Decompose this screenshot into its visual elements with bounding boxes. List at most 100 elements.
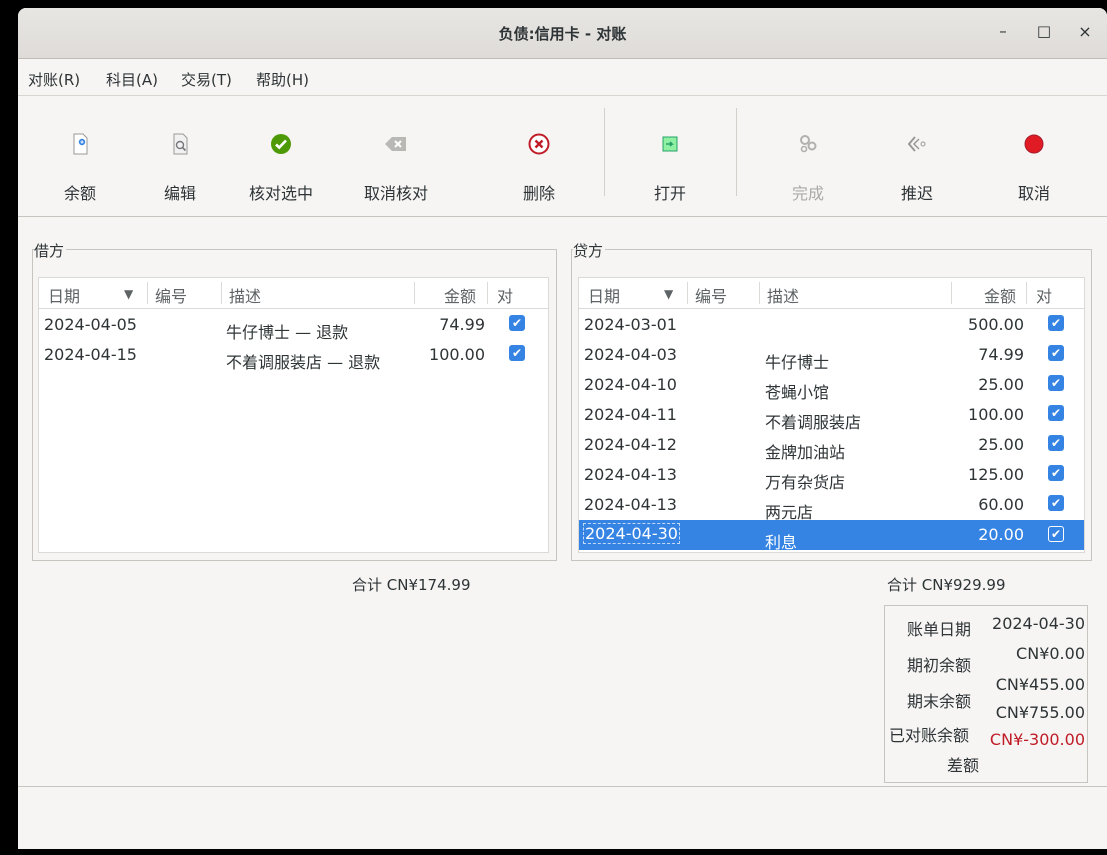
row-amount: 25.00 xyxy=(978,435,1024,454)
balance-icon xyxy=(73,133,88,155)
row-date: 2024-04-03 xyxy=(584,345,677,364)
row-amount: 60.00 xyxy=(978,495,1024,514)
row-date: 2024-04-11 xyxy=(584,405,677,424)
row-amount: 100.00 xyxy=(429,345,485,364)
credit-col-amount[interactable]: 金额 xyxy=(984,283,1016,307)
row-description: 利息 xyxy=(765,533,798,552)
column-divider xyxy=(951,282,952,304)
credit-list-header: 日期 ▼ 编号 描述 金额 对 xyxy=(579,278,1084,309)
credit-row[interactable]: 2024-04-12 金牌加油站 25.00 ✔ xyxy=(579,430,1084,462)
balance-button[interactable]: 余额 xyxy=(30,96,130,214)
reconciled-checkbox[interactable]: ✔ xyxy=(1048,526,1064,542)
reconciled-checkbox[interactable]: ✔ xyxy=(1048,375,1064,391)
row-amount: 20.00 xyxy=(978,525,1024,544)
postpone-icon xyxy=(907,136,926,152)
column-divider xyxy=(147,282,148,304)
row-date: 2024-04-30 xyxy=(583,523,680,544)
debit-col-desc[interactable]: 描述 xyxy=(229,283,261,307)
delete-button[interactable]: 删除 xyxy=(489,96,589,214)
balance-label: 余额 xyxy=(63,184,96,203)
credit-col-num[interactable]: 编号 xyxy=(695,283,727,307)
credit-row[interactable]: 2024-04-13 两元店 60.00 ✔ xyxy=(579,490,1084,522)
unreconcile-button[interactable]: 取消核对 xyxy=(346,96,446,214)
column-divider xyxy=(487,282,488,304)
close-button[interactable]: × xyxy=(1074,22,1096,44)
menu-reconcile[interactable]: 对账(R) xyxy=(28,69,80,90)
title-bar[interactable]: 负债:信用卡 - 对账 – □ × xyxy=(18,8,1107,59)
finish-button[interactable]: 完成 xyxy=(758,96,858,214)
statement-date-label: 账单日期 xyxy=(907,620,972,639)
credit-frame-label: 贷方 xyxy=(573,240,606,261)
debit-col-reconciled[interactable]: 对 xyxy=(497,283,513,307)
debit-total: 合计 CN¥174.99 xyxy=(352,576,471,594)
sort-desc-icon: ▼ xyxy=(124,287,134,301)
menu-transaction[interactable]: 交易(T) xyxy=(181,69,232,90)
row-amount: 500.00 xyxy=(968,315,1024,334)
row-amount: 74.99 xyxy=(439,315,485,334)
credit-row-selected[interactable]: 2024-04-30 利息 20.00 ✔ xyxy=(579,520,1084,552)
row-date: 2024-04-15 xyxy=(44,345,137,364)
debit-list[interactable]: 日期 ▼ 编号 描述 金额 对 2024-04-05 牛仔博士 — 退款 74.… xyxy=(38,277,549,553)
debit-row[interactable]: 2024-04-05 牛仔博士 — 退款 74.99 ✔ xyxy=(39,310,548,342)
check-icon xyxy=(271,134,291,154)
row-amount: 25.00 xyxy=(978,375,1024,394)
difference-value: CN¥-300.00 xyxy=(989,730,1085,749)
reconciled-checkbox[interactable]: ✔ xyxy=(1048,495,1064,511)
row-date: 2024-03-01 xyxy=(584,315,677,334)
credit-list[interactable]: 日期 ▼ 编号 描述 金额 对 2024-03-01 500.00 ✔ 2024-04… xyxy=(578,277,1085,553)
row-date: 2024-04-13 xyxy=(584,465,677,484)
credit-row[interactable]: 2024-04-11 不着调服装店 100.00 ✔ xyxy=(579,400,1084,432)
debit-row[interactable]: 2024-04-15 不着调服装店 — 退款 100.00 ✔ xyxy=(39,340,548,372)
debit-list-header: 日期 ▼ 编号 描述 金额 对 xyxy=(39,278,548,309)
credit-row[interactable]: 2024-04-03 牛仔博士 74.99 ✔ xyxy=(579,340,1084,372)
menu-bar: 对账(R) 科目(A) 交易(T) 帮助(H) xyxy=(18,59,1107,96)
edit-button[interactable]: 编辑 xyxy=(130,96,230,214)
debit-col-date[interactable]: 日期 xyxy=(48,283,80,307)
reconciled-checkbox[interactable]: ✔ xyxy=(509,315,525,331)
column-divider xyxy=(414,282,415,304)
toolbar-separator xyxy=(604,108,605,196)
debit-col-amount[interactable]: 金额 xyxy=(444,283,476,307)
reconciled-checkbox[interactable]: ✔ xyxy=(1048,405,1064,421)
difference-label: 差额 xyxy=(947,756,980,775)
postpone-button[interactable]: 推迟 xyxy=(867,96,967,214)
debit-frame-label: 借方 xyxy=(34,240,67,261)
row-description: 不着调服装店 — 退款 xyxy=(226,353,381,372)
credit-row[interactable]: 2024-04-10 苍蝇小馆 25.00 ✔ xyxy=(579,370,1084,402)
credit-row[interactable]: 2024-03-01 500.00 ✔ xyxy=(579,310,1084,340)
menu-help[interactable]: 帮助(H) xyxy=(256,69,309,90)
edit-icon xyxy=(173,133,188,155)
column-divider xyxy=(221,282,222,304)
backspace-icon xyxy=(385,137,406,151)
maximize-button[interactable]: □ xyxy=(1033,22,1055,44)
cancel-button[interactable]: 取消 xyxy=(984,96,1084,214)
column-divider xyxy=(759,282,760,304)
cancel-label: 取消 xyxy=(1017,184,1050,203)
opening-balance-label: 期初余额 xyxy=(907,656,972,675)
menu-account[interactable]: 科目(A) xyxy=(106,69,158,90)
delete-icon xyxy=(528,133,550,155)
opening-balance-value: CN¥0.00 xyxy=(1016,644,1085,663)
credit-total: 合计 CN¥929.99 xyxy=(887,576,1006,594)
open-icon xyxy=(662,136,678,152)
reconciled-checkbox[interactable]: ✔ xyxy=(1048,465,1064,481)
unreconcile-label: 取消核对 xyxy=(363,184,428,203)
row-amount: 74.99 xyxy=(978,345,1024,364)
debit-col-num[interactable]: 编号 xyxy=(155,283,187,307)
column-divider xyxy=(1026,282,1027,304)
reconciled-balance-label: 已对账余额 xyxy=(889,726,970,745)
reconciled-checkbox[interactable]: ✔ xyxy=(1048,435,1064,451)
reconcile-selected-button[interactable]: 核对选中 xyxy=(231,96,331,214)
credit-col-reconciled[interactable]: 对 xyxy=(1036,283,1052,307)
credit-col-date[interactable]: 日期 xyxy=(588,283,620,307)
reconciled-checkbox[interactable]: ✔ xyxy=(509,345,525,361)
open-button[interactable]: 打开 xyxy=(620,96,720,214)
minimize-button[interactable]: – xyxy=(992,22,1014,44)
reconciled-checkbox[interactable]: ✔ xyxy=(1048,345,1064,361)
credit-col-desc[interactable]: 描述 xyxy=(767,283,799,307)
reconcile-summary: 账单日期 2024-04-30 期初余额 CN¥0.00 期末余额 CN¥455… xyxy=(884,605,1088,783)
row-date: 2024-04-05 xyxy=(44,315,137,334)
reconciled-checkbox[interactable]: ✔ xyxy=(1048,315,1064,331)
postpone-label: 推迟 xyxy=(900,184,933,203)
credit-row[interactable]: 2024-04-13 万有杂货店 125.00 ✔ xyxy=(579,460,1084,492)
